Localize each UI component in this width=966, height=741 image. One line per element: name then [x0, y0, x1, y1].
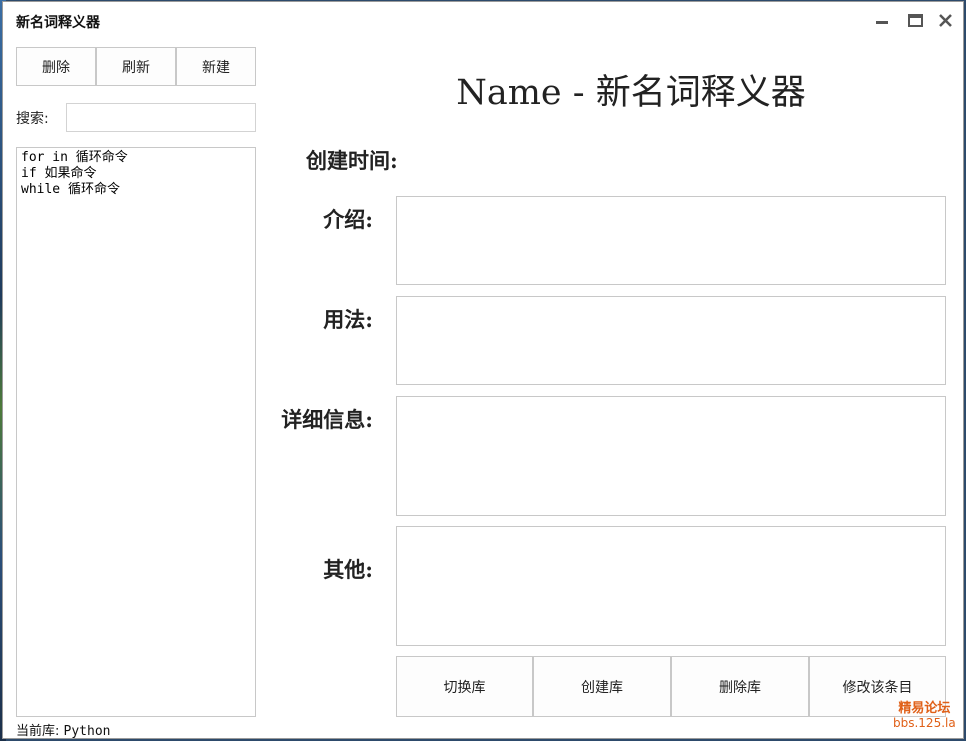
current-library: Python: [63, 724, 111, 739]
list-item[interactable]: while 循环命令: [17, 182, 255, 198]
list-item[interactable]: if 如果命令: [17, 166, 255, 182]
intro-label: 介绍:: [323, 207, 373, 232]
create-library-button[interactable]: 创建库: [533, 656, 671, 717]
switch-library-button[interactable]: 切换库: [396, 656, 533, 717]
window-title: 新名词释义器: [16, 15, 100, 31]
status-label: 当前库:: [16, 724, 60, 739]
delete-library-button[interactable]: 删除库: [671, 656, 809, 717]
other-field[interactable]: [396, 526, 946, 646]
title-bar[interactable]: 新名词释义器: [3, 2, 963, 40]
details-field[interactable]: [396, 396, 946, 516]
close-icon[interactable]: [935, 10, 957, 32]
details-label: 详细信息:: [281, 407, 373, 432]
watermark: 精易论坛 bbs.125.la: [893, 701, 956, 731]
minimize-icon[interactable]: [871, 10, 893, 32]
term-list[interactable]: for in 循环命令 if 如果命令 while 循环命令: [16, 147, 256, 717]
usage-field[interactable]: [396, 296, 946, 385]
status-bar: 当前库: Python: [16, 720, 111, 739]
usage-label: 用法:: [323, 307, 373, 332]
page-title: Name - 新名词释义器: [456, 73, 806, 113]
search-input[interactable]: [66, 103, 256, 132]
other-label: 其他:: [323, 557, 373, 582]
app-window: 新名词释义器 删除 刷新 新建 搜索: for in 循环命令 if 如果命令 …: [2, 1, 964, 739]
list-item[interactable]: for in 循环命令: [17, 150, 255, 166]
watermark-line1: 精易论坛: [898, 701, 951, 716]
new-button[interactable]: 新建: [176, 47, 256, 86]
watermark-line2: bbs.125.la: [893, 716, 956, 730]
maximize-icon[interactable]: [904, 10, 926, 32]
created-time-label: 创建时间:: [306, 148, 398, 173]
delete-button[interactable]: 删除: [16, 47, 96, 86]
intro-field[interactable]: [396, 196, 946, 285]
refresh-button[interactable]: 刷新: [96, 47, 176, 86]
search-label: 搜索:: [16, 111, 49, 127]
